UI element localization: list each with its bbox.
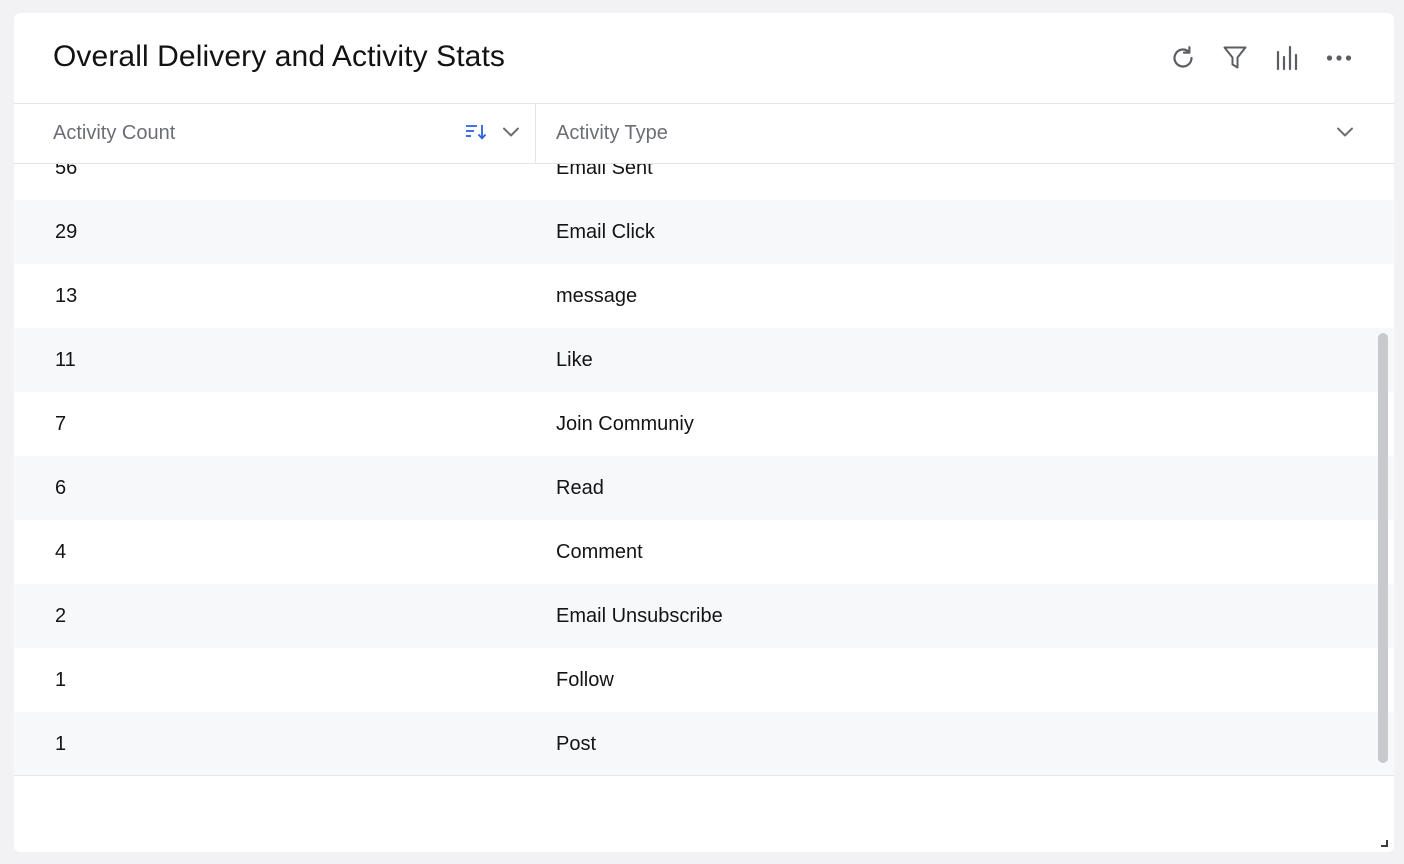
table-row[interactable]: 7 Join Communiy (14, 392, 1394, 456)
chevron-down-icon[interactable] (1336, 125, 1354, 139)
activity-type-cell: Post (556, 733, 597, 755)
resize-handle-icon[interactable] (1380, 839, 1388, 847)
activity-count-cell: 13 (55, 285, 78, 307)
widget-header: Overall Delivery and Activity Stats (14, 13, 1394, 104)
activity-count-cell: 11 (55, 349, 76, 371)
activity-count-cell: 29 (55, 221, 78, 243)
table-bottom-divider (14, 775, 1394, 776)
sort-descending-icon[interactable] (465, 123, 487, 141)
table-row[interactable]: 2 Email Unsubscribe (14, 584, 1394, 648)
activity-type-cell: Read (556, 477, 604, 499)
column-header-activity-type[interactable]: Activity Type (536, 104, 1394, 163)
widget-card: Overall Delivery and Activity Stats Acti… (14, 13, 1394, 852)
table-body[interactable]: 56 Email Sent 29 Email Click 13 message 11 L… (14, 164, 1394, 776)
widget-title: Overall Delivery and Activity Stats (53, 40, 505, 73)
table-row[interactable]: 11 Like (14, 328, 1394, 392)
table-row[interactable]: 1 Follow (14, 648, 1394, 712)
table-rows: 56 Email Sent 29 Email Click 13 message 11 L… (14, 164, 1394, 776)
refresh-button[interactable] (1168, 41, 1198, 75)
activity-count-cell: 56 (55, 164, 78, 179)
vertical-scrollbar[interactable] (1378, 333, 1388, 763)
table-row[interactable]: 4 Comment (14, 520, 1394, 584)
table-row[interactable]: 29 Email Click (14, 200, 1394, 264)
table-row[interactable]: 1 Post (14, 712, 1394, 776)
chevron-down-icon[interactable] (502, 125, 520, 139)
activity-type-cell: Email Click (556, 221, 655, 243)
activity-count-cell: 6 (55, 477, 67, 499)
more-horizontal-icon (1326, 55, 1352, 61)
activity-type-cell: message (556, 285, 638, 307)
filter-icon (1223, 46, 1247, 69)
refresh-icon (1173, 46, 1193, 68)
table-header: Activity Count Activity Type (14, 104, 1394, 164)
activity-count-cell: 1 (55, 669, 67, 691)
activity-count-cell: 1 (55, 733, 67, 755)
activity-count-cell: 4 (55, 541, 67, 563)
activity-type-cell: Email Unsubscribe (556, 605, 723, 627)
chart-button[interactable] (1272, 41, 1302, 75)
activity-type-cell: Follow (556, 669, 614, 691)
table-row[interactable]: 56 Email Sent (14, 164, 1394, 200)
more-button[interactable] (1324, 41, 1354, 75)
activity-type-cell: Like (556, 349, 593, 371)
activity-count-cell: 7 (55, 413, 67, 435)
column-header-activity-count[interactable]: Activity Count (14, 104, 536, 163)
table-row[interactable]: 13 message (14, 264, 1394, 328)
filter-button[interactable] (1220, 41, 1250, 75)
column-label: Activity Type (556, 122, 668, 144)
activity-count-cell: 2 (55, 605, 67, 627)
widget-toolbar (1168, 41, 1354, 75)
activity-type-cell: Join Communiy (556, 413, 694, 435)
table-row[interactable]: 6 Read (14, 456, 1394, 520)
activity-type-cell: Email Sent (556, 164, 653, 179)
column-label: Activity Count (53, 122, 176, 144)
activity-type-cell: Comment (556, 541, 643, 563)
bar-chart-icon (1276, 45, 1298, 71)
